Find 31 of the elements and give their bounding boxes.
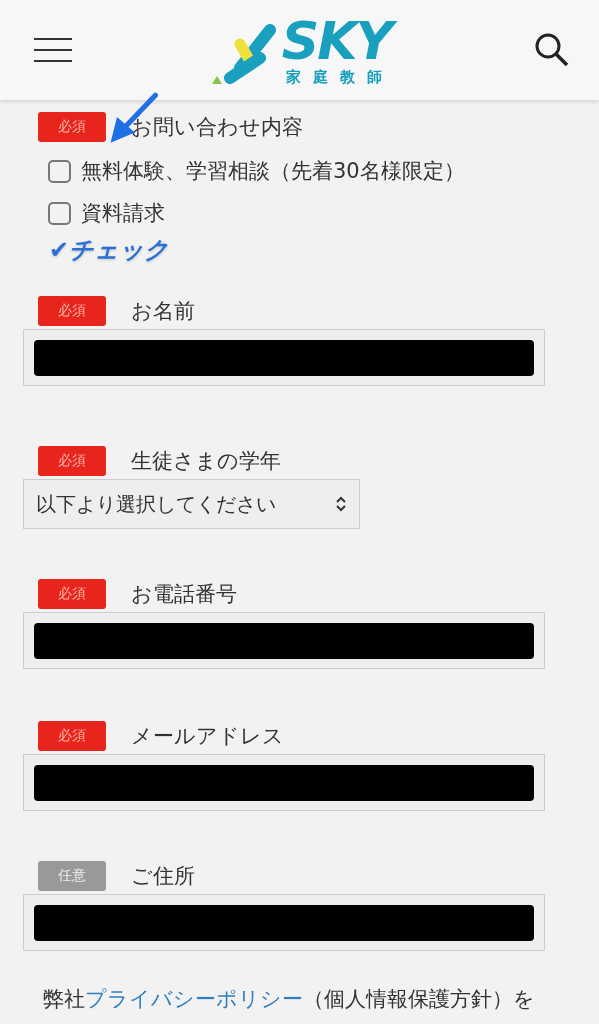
privacy-policy-link[interactable]: プライバシーポリシー [85, 987, 303, 1011]
required-badge: 必須 [38, 579, 106, 609]
input-field[interactable] [23, 612, 545, 669]
annotation-text: ✔チェック [49, 235, 171, 266]
checkbox[interactable] [48, 159, 71, 183]
field-label: 生徒さまの学年 [131, 448, 281, 475]
checkbox-label: 資料請求 [81, 200, 165, 227]
required-badge: 必須 [38, 446, 106, 476]
input-field[interactable] [23, 894, 545, 951]
field-label: お名前 [131, 298, 195, 325]
menu-icon [34, 38, 72, 62]
input-field[interactable] [23, 329, 545, 386]
grade-select[interactable]: 以下より選択してください [23, 479, 360, 529]
required-badge: 必須 [38, 296, 106, 326]
field-label: お問い合わせ内容 [131, 114, 303, 141]
logo-subtitle: 家庭教師 [285, 68, 394, 86]
required-badge: 必須 [38, 112, 106, 142]
menu-button[interactable] [34, 38, 72, 62]
field-label: メールアドレス [131, 723, 284, 750]
required-badge: 任意 [38, 861, 106, 891]
field-label: お電話番号 [131, 581, 237, 608]
consent-text: 弊社プライバシーポリシー（個人情報保護方針）を [43, 986, 536, 1013]
checkbox-label: 無料体験、学習相談（先着30名様限定） [81, 158, 465, 185]
checkbox[interactable] [48, 201, 71, 225]
input-field[interactable] [23, 754, 545, 811]
chevron-icon [335, 495, 347, 513]
required-badge: 必須 [38, 721, 106, 751]
search-icon [535, 33, 569, 67]
logo-text: SKY [281, 14, 398, 68]
search-button[interactable] [535, 33, 569, 67]
field-label: ご住所 [131, 863, 195, 890]
